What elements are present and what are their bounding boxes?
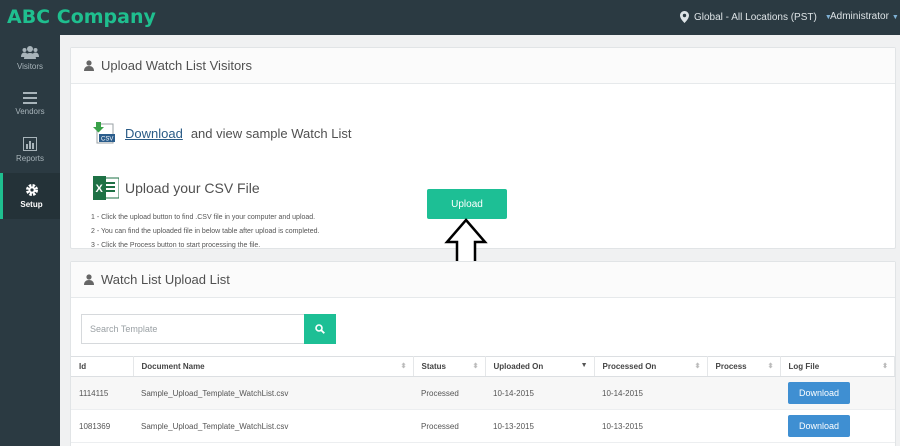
column-header-process[interactable]: Process ⬍ <box>707 356 781 377</box>
sidebar-item-label: Setup <box>20 200 43 209</box>
upload-panel: Upload Watch List Visitors CSV Download … <box>70 47 896 266</box>
search-button[interactable] <box>304 314 336 344</box>
column-header-log-file[interactable]: Log File ⬍ <box>780 356 895 377</box>
svg-text:CSV: CSV <box>101 137 113 143</box>
table-row: 1114115 Sample_Upload_Template_WatchList… <box>71 376 895 410</box>
users-icon <box>21 46 39 59</box>
sort-icon: ⬍ <box>882 363 888 370</box>
download-log-button[interactable]: Download <box>788 415 850 437</box>
sidebar-item-label: Reports <box>15 154 44 163</box>
cell-document-name: Sample_Upload_Template_WatchList.csv <box>133 376 413 410</box>
upload-csv-row: X Upload your CSV File <box>93 176 260 200</box>
sidebar: Visitors Vendors Reports Setup <box>0 35 60 446</box>
company-logo[interactable]: ABC Company <box>7 6 156 28</box>
column-header-uploaded-on[interactable]: Uploaded On ▼ <box>485 356 595 377</box>
instruction-step: 2 - You can find the uploaded file in be… <box>91 228 320 235</box>
table-row: 1081369 Sample_Upload_Template_WatchList… <box>71 409 895 443</box>
user-icon <box>84 60 94 71</box>
user-icon <box>84 274 94 285</box>
cell-processed-on: 10-14-2015 <box>594 376 707 410</box>
sort-icon: ⬍ <box>694 363 701 370</box>
sidebar-item-reports[interactable]: Reports <box>0 127 60 173</box>
column-header-processed-on[interactable]: Processed On ⬍ <box>594 356 708 377</box>
cell-uploaded-on: 10-13-2015 <box>485 409 594 443</box>
cell-document-name: Sample_Upload_Template_WatchList.csv <box>133 409 413 443</box>
sidebar-item-vendors[interactable]: Vendors <box>0 81 60 127</box>
top-bar: ABC Company Global - All Locations (PST)… <box>0 0 900 35</box>
table-header-row: Id Document Name ⬍ Status ⬍ Uploaded On ▼ P… <box>71 356 895 377</box>
upload-button[interactable]: Upload <box>427 189 507 219</box>
search-input[interactable] <box>81 314 304 344</box>
upload-title: Upload your CSV File <box>125 180 260 196</box>
panel-title: Watch List Upload List <box>101 272 230 287</box>
search-icon <box>315 324 325 334</box>
sort-icon: ⬍ <box>472 363 479 370</box>
instruction-step: 3 - Click the Process button to start pr… <box>91 242 261 249</box>
user-name: Administrator <box>830 11 889 22</box>
sort-icon: ⬍ <box>400 363 407 370</box>
cell-uploaded-on: 10-14-2015 <box>485 376 594 410</box>
upload-list-table: Id Document Name ⬍ Status ⬍ Uploaded On ▼ P… <box>71 356 895 443</box>
cell-log-file: Download <box>780 376 895 410</box>
sidebar-item-label: Vendors <box>15 107 45 116</box>
cell-status: Processed <box>413 376 485 410</box>
cell-process <box>707 409 780 443</box>
cell-status: Processed <box>413 409 485 443</box>
cell-id: 1114115 <box>71 376 133 410</box>
cell-processed-on: 10-13-2015 <box>594 409 707 443</box>
column-header-document-name[interactable]: Document Name ⬍ <box>133 356 414 377</box>
upload-instructions: 1 - Click the upload button to find .CSV… <box>91 211 319 253</box>
list-icon <box>23 92 37 104</box>
user-menu[interactable]: Administrator ▼ <box>830 11 899 22</box>
sort-icon: ⬍ <box>767 363 774 370</box>
download-log-button[interactable]: Download <box>788 382 850 404</box>
gear-icon <box>25 184 38 196</box>
arrow-up-icon <box>444 218 488 266</box>
main-content: Upload Watch List Visitors CSV Download … <box>60 35 900 446</box>
bar-chart-icon <box>23 137 37 151</box>
sidebar-item-setup[interactable]: Setup <box>0 173 60 219</box>
download-sample-row: CSV Download and view sample Watch List <box>93 122 351 144</box>
excel-file-icon: X <box>93 176 119 200</box>
panel-header: Upload Watch List Visitors <box>71 48 895 84</box>
location-selector[interactable]: Global - All Locations (PST) ▼ <box>680 11 832 23</box>
svg-text:X: X <box>96 183 104 195</box>
column-header-id[interactable]: Id <box>71 356 134 377</box>
download-sample-link[interactable]: Download <box>125 126 183 141</box>
map-pin-icon <box>680 11 689 23</box>
panel-title: Upload Watch List Visitors <box>101 58 253 73</box>
location-label: Global - All Locations (PST) <box>694 11 817 23</box>
column-header-status[interactable]: Status ⬍ <box>413 356 486 377</box>
search-bar <box>81 314 336 344</box>
csv-file-icon: CSV <box>93 122 115 144</box>
sidebar-item-visitors[interactable]: Visitors <box>0 35 60 81</box>
cell-process <box>707 376 780 410</box>
watch-list-panel: Watch List Upload List Id Document Name⬍… <box>70 261 896 446</box>
cell-id: 1081369 <box>71 409 133 443</box>
cell-log-file: Download <box>780 409 895 443</box>
panel-header: Watch List Upload List <box>71 262 895 298</box>
download-sample-text: and view sample Watch List <box>190 125 352 141</box>
instruction-step: 1 - Click the upload button to find .CSV… <box>91 214 316 221</box>
chevron-down-icon: ▼ <box>891 14 899 21</box>
sort-desc-icon: ▼ <box>580 362 588 369</box>
sidebar-item-label: Visitors <box>16 62 44 71</box>
